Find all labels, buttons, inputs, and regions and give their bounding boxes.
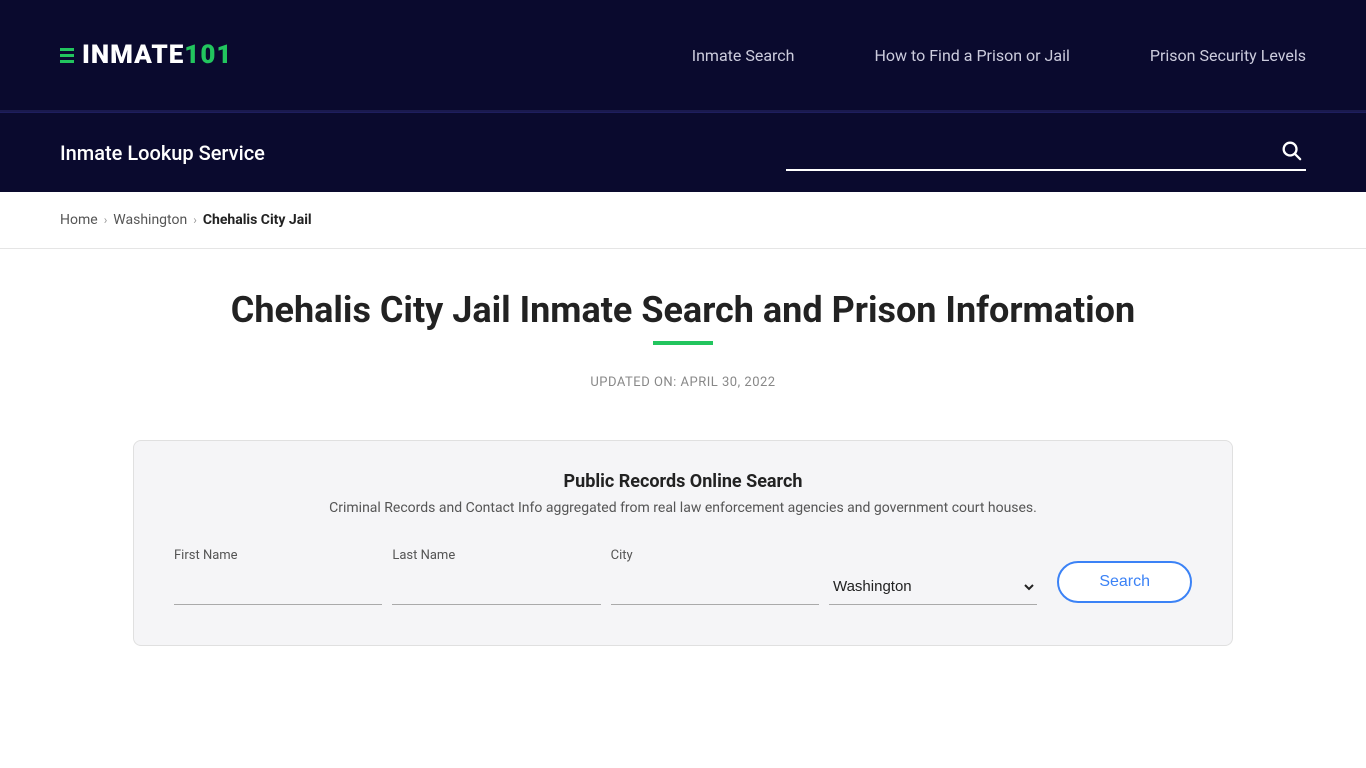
breadcrumb-chevron-1: › [104,213,108,227]
state-field: AlabamaAlaskaArizonaArkansasCaliforniaCo… [829,546,1037,605]
state-select[interactable]: AlabamaAlaskaArizonaArkansasCaliforniaCo… [829,569,1037,605]
updated-text: UPDATED ON: APRIL 30, 2022 [60,375,1306,390]
search-input[interactable] [786,135,1306,171]
records-search-title: Public Records Online Search [174,471,1192,492]
search-input-wrap [786,135,1306,171]
title-underline [653,341,713,345]
last-name-field: Last Name [392,548,600,605]
city-label: City [611,548,819,563]
search-bar-section: Inmate Lookup Service [0,112,1366,192]
records-search-button[interactable]: Search [1057,561,1192,603]
breadcrumb: Home › Washington › Chehalis City Jail [0,192,1366,249]
records-search-subtitle: Criminal Records and Contact Info aggreg… [174,500,1192,516]
logo-icon [60,48,74,63]
nav-how-to-find[interactable]: How to Find a Prison or Jail [875,46,1070,65]
nav-security-levels[interactable]: Prison Security Levels [1150,46,1306,65]
breadcrumb-state[interactable]: Washington [113,212,187,228]
breadcrumb-current-page: Chehalis City Jail [203,212,312,228]
search-bar-label: Inmate Lookup Service [60,141,265,165]
search-icon [1280,139,1302,161]
breadcrumb-home[interactable]: Home [60,212,98,228]
city-input[interactable] [611,571,819,605]
first-name-field: First Name [174,548,382,605]
logo-text: INMATE101 [82,40,233,70]
last-name-label: Last Name [392,548,600,563]
page-title: Chehalis City Jail Inmate Search and Pri… [60,289,1306,331]
breadcrumb-chevron-2: › [193,213,197,227]
search-submit-button[interactable] [1276,135,1306,171]
nav-links: Inmate Search How to Find a Prison or Ja… [692,46,1306,65]
city-field: City [611,548,819,605]
site-logo[interactable]: INMATE101 [60,40,233,70]
records-search-box: Public Records Online Search Criminal Re… [133,440,1233,646]
nav-inmate-search[interactable]: Inmate Search [692,46,795,65]
first-name-label: First Name [174,548,382,563]
last-name-input[interactable] [392,571,600,605]
main-content: Chehalis City Jail Inmate Search and Pri… [0,249,1366,686]
first-name-input[interactable] [174,571,382,605]
records-search-form: First Name Last Name City AlabamaAlaskaA… [174,546,1192,605]
top-navigation: INMATE101 Inmate Search How to Find a Pr… [0,0,1366,112]
